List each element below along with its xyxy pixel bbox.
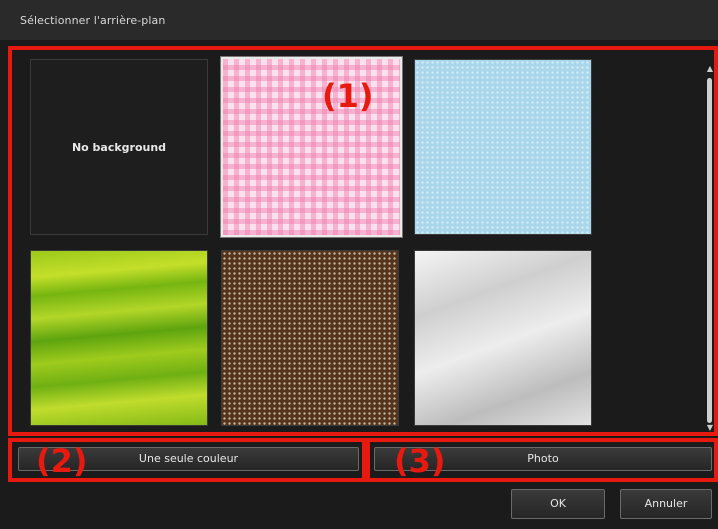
ok-button[interactable]: OK: [511, 489, 605, 519]
background-thumb-blue-dots[interactable]: [414, 59, 592, 235]
scroll-down-arrow-icon[interactable]: ▼: [706, 423, 714, 433]
cancel-button[interactable]: Annuler: [620, 489, 712, 519]
background-thumb-green-waves[interactable]: [30, 250, 208, 426]
title-bar: Sélectionner l'arrière-plan: [0, 0, 718, 40]
callout-number-2: (2): [36, 442, 88, 480]
callout-number-1: (1): [322, 77, 374, 115]
background-thumb-brown-dots[interactable]: [221, 250, 399, 426]
callout-number-3: (3): [394, 442, 446, 480]
background-thumb-pink-gingham[interactable]: [221, 57, 402, 237]
scroll-up-arrow-icon[interactable]: ▲: [706, 64, 714, 74]
background-thumb-none[interactable]: No background: [30, 59, 208, 235]
window-title: Sélectionner l'arrière-plan: [20, 14, 166, 27]
no-background-label: No background: [71, 141, 167, 154]
scrollbar-thumb[interactable]: [707, 78, 712, 423]
background-thumb-brushed-metal[interactable]: [414, 250, 592, 426]
